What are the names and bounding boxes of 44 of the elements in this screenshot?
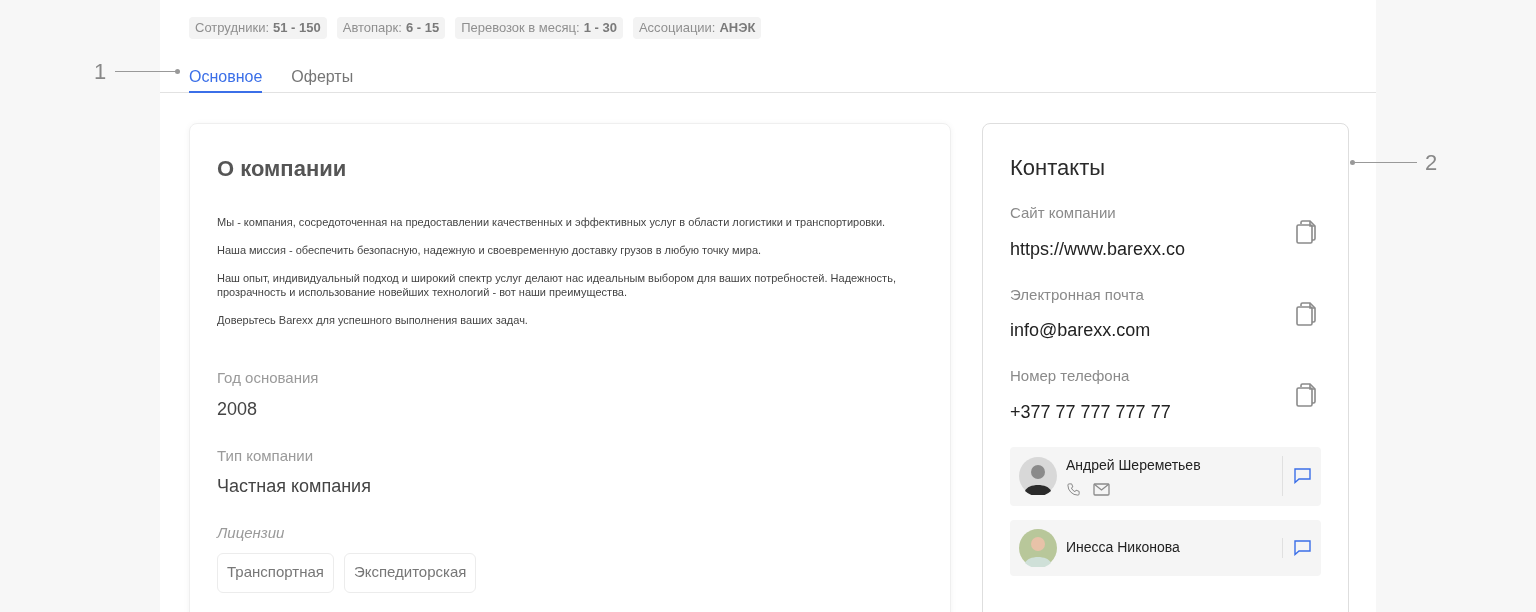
- copy-icon[interactable]: [1294, 300, 1318, 327]
- copy-icon[interactable]: [1294, 219, 1318, 246]
- callout-number: 1: [94, 60, 107, 84]
- field-value: +377 77 777 777 77: [1010, 400, 1171, 424]
- copy-icon[interactable]: [1294, 382, 1318, 409]
- stat-value: 51 - 150: [273, 19, 321, 38]
- person-name: Инесса Никонова: [1066, 538, 1181, 557]
- card-title: Контакты: [1010, 154, 1107, 182]
- paragraph: Наша миссия - обеспечить безопасную, надежную и своевременную доставку грузов в любую точку мира.: [217, 243, 763, 257]
- field-value: info@barexx.com: [1010, 319, 1151, 342]
- field-label: Номер телефона: [1010, 366, 1131, 386]
- mail-icon[interactable]: [1093, 483, 1110, 496]
- field-label: Электронная почта: [1010, 284, 1145, 305]
- field-label: Тип компании: [217, 445, 315, 466]
- field-value: 2008: [217, 397, 259, 421]
- field-label: Лицензии: [217, 523, 286, 543]
- callout-number: 2: [1425, 151, 1438, 175]
- paragraph: Доверьтесь Barexx для успешного выполнения ваших задач.: [217, 313, 529, 327]
- license-tag: Транспортная: [217, 552, 334, 593]
- avatar: [1019, 528, 1057, 567]
- stat-value: 1 - 30: [583, 19, 617, 38]
- field-value: Частная компания: [217, 475, 372, 498]
- chat-icon[interactable]: [1294, 539, 1311, 556]
- stat-label: Ассоциации:: [638, 19, 716, 38]
- field-label: Год основания: [217, 368, 320, 388]
- stat-value: АНЭК: [719, 19, 756, 38]
- stat-value: 6 - 15: [405, 19, 440, 38]
- paragraph: Мы - компания, сосредоточенная на предоставлении качественных и эффективных услуг в области логистики и транспортировки.: [217, 215, 887, 229]
- stat-label: Сотрудники:: [195, 19, 270, 38]
- field-value: https://www.barexx.co: [1010, 237, 1186, 261]
- person-name: Андрей Шереметьев: [1066, 456, 1202, 475]
- paragraph: Наш опыт, индивидуальный подход и широкий спектр услуг делают нас идеальным выбором для ваших потребностей. Надежность, прозрачность и использование новейших технологий - вот наши преимущества.: [217, 271, 897, 299]
- card-title: О компании: [217, 155, 348, 183]
- field-label: Сайт компании: [1010, 203, 1117, 223]
- phone-icon[interactable]: [1066, 482, 1081, 497]
- stat-label: Автопарк:: [342, 19, 402, 38]
- tab[interactable]: Оферты: [291, 60, 354, 93]
- leader-line: [1355, 162, 1417, 163]
- avatar: [1019, 457, 1057, 495]
- license-tag: Экспедиторская: [343, 552, 477, 593]
- leader-line: [115, 71, 177, 72]
- chat-icon[interactable]: [1294, 468, 1311, 484]
- stat-label: Перевозок в месяц:: [461, 19, 580, 38]
- tab[interactable]: Основное: [189, 60, 263, 93]
